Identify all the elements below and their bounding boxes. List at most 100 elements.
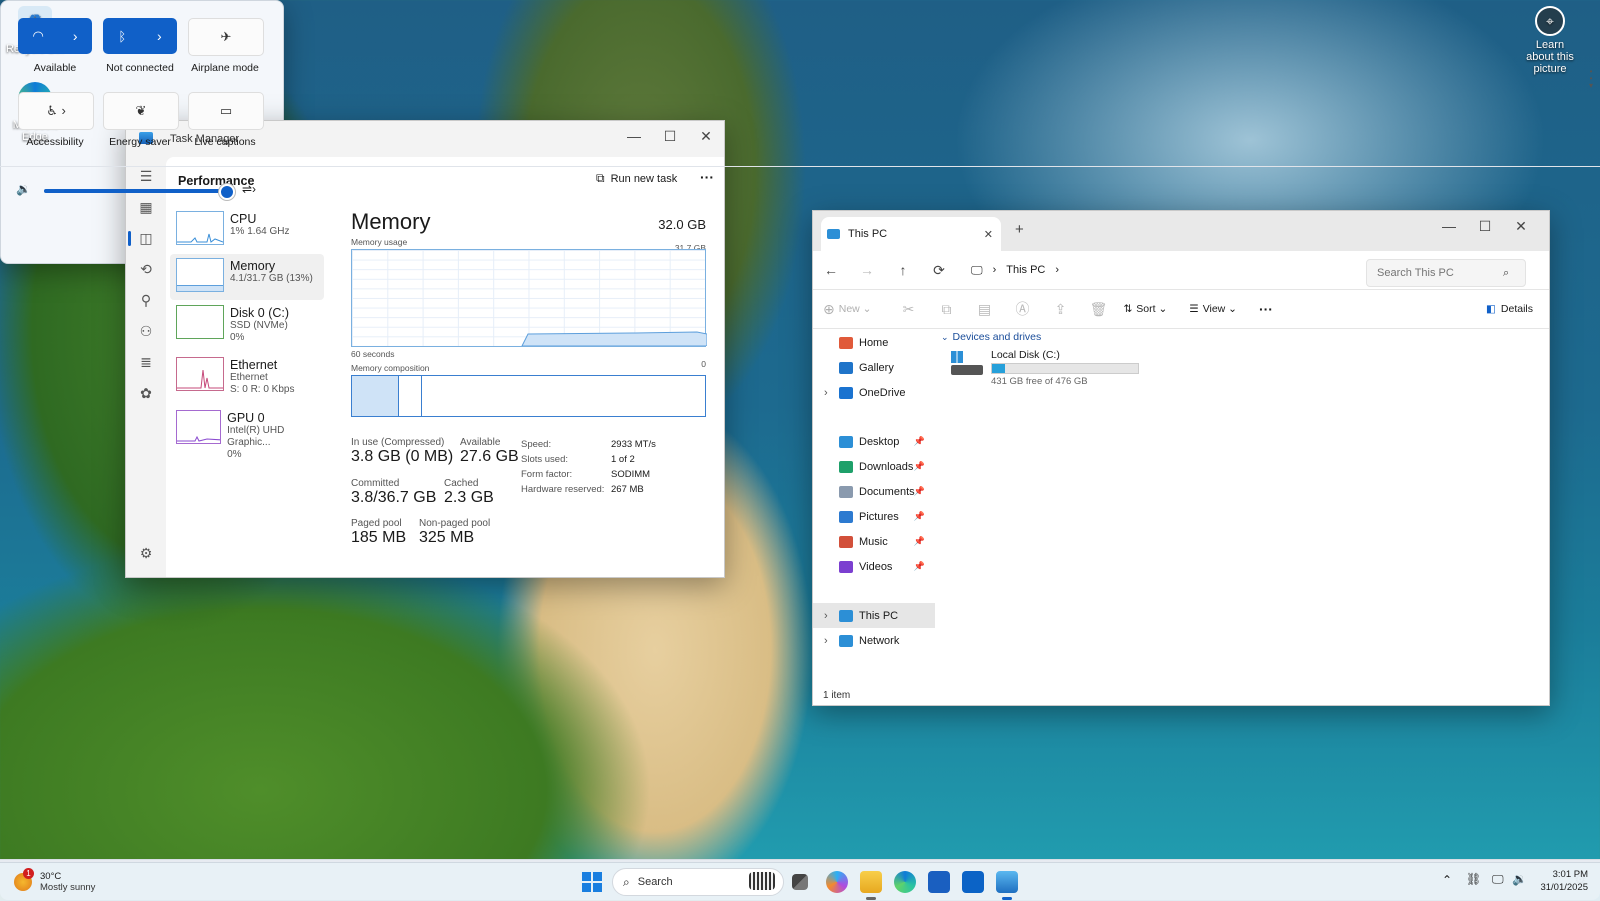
sidebar-item-onedrive[interactable]: › OneDrive — [813, 380, 935, 405]
view-button[interactable]: ☰ View ⌄ — [1189, 303, 1237, 315]
composition-in-use — [352, 376, 397, 416]
perf-item-name: CPU — [230, 212, 257, 226]
minimize-button[interactable]: — — [616, 121, 652, 151]
page-dots[interactable]: • • ▾ — [1588, 68, 1594, 90]
bluetooth-tile[interactable]: ᛒ › — [103, 18, 177, 54]
app-history-icon[interactable]: ⟲ — [126, 254, 166, 285]
copilot-icon[interactable] — [826, 871, 848, 893]
sidebar-item-gallery[interactable]: Gallery — [813, 355, 935, 380]
maximize-button[interactable]: ☐ — [1467, 211, 1503, 241]
processes-icon[interactable]: ▦ — [126, 192, 166, 223]
close-button[interactable]: ✕ — [688, 121, 724, 151]
sidebar-item-documents[interactable]: Documents 📌 — [813, 479, 935, 504]
sidebar-item-downloads[interactable]: Downloads 📌 — [813, 454, 935, 479]
details-icon[interactable]: ≣ — [126, 347, 166, 378]
taskbar: 1 30°C Mostly sunny ⌕ Search ⌃ ⛓ 🖵 🔉 3:0… — [0, 862, 1600, 901]
perf-item-memory[interactable]: Memory 4.1/31.7 GB (13%) — [170, 254, 324, 300]
sort-button[interactable]: ⇅ Sort ⌄ — [1123, 303, 1167, 315]
volume-icon[interactable]: 🔉 — [16, 182, 31, 196]
share-icon[interactable]: ⇪ — [1041, 301, 1079, 318]
chevron-right-icon[interactable]: › — [157, 28, 162, 44]
perf-item-sub: 4.1/31.7 GB (13%) — [230, 273, 313, 284]
explorer-titlebar[interactable]: This PC ✕ + — ☐ ✕ — [813, 211, 1549, 251]
address-bar[interactable]: 🖵 › This PC › — [963, 256, 1347, 284]
perf-item-cpu[interactable]: CPU 1% 1.64 GHz — [170, 207, 324, 253]
sidebar-item-desktop[interactable]: Desktop 📌 — [813, 429, 935, 454]
sidebar-item-music[interactable]: Music 📌 — [813, 529, 935, 554]
live-captions-tile[interactable]: ▭ — [188, 92, 264, 130]
store-icon[interactable] — [928, 871, 950, 893]
airplane-mode-tile[interactable]: ✈ — [188, 18, 264, 56]
minimize-button[interactable]: — — [1431, 211, 1467, 241]
expand-chevron-icon[interactable]: › — [824, 387, 828, 399]
taskbar-search[interactable]: ⌕ Search — [612, 868, 784, 896]
settings-icon[interactable]: ⚙ — [126, 538, 166, 569]
perf-item-gpu[interactable]: GPU 0 Intel(R) UHD Graphic... 0% — [170, 406, 324, 460]
delete-icon[interactable]: 🗑 — [1079, 301, 1117, 318]
chevron-up-icon[interactable]: ⌃ — [1442, 873, 1452, 887]
outlook-icon[interactable] — [962, 871, 984, 893]
more-options-button[interactable]: ··· — [1259, 301, 1273, 317]
perf-item-ethernet[interactable]: Ethernet Ethernet S: 0 R: 0 Kbps — [170, 353, 324, 403]
sidebar-item-pictures[interactable]: Pictures 📌 — [813, 504, 935, 529]
chevron-right-icon[interactable]: › — [73, 28, 78, 44]
accessibility-tile[interactable]: ♿ › — [18, 92, 94, 130]
close-button[interactable]: ✕ — [1503, 211, 1539, 241]
sidebar-item-this-pc[interactable]: › This PC — [813, 603, 935, 628]
display-icon[interactable]: 🖵 — [1492, 872, 1504, 887]
maximize-button[interactable]: ☐ — [652, 121, 688, 151]
tab-this-pc[interactable]: This PC ✕ — [821, 217, 1001, 251]
cut-icon[interactable]: ✂ — [889, 301, 927, 318]
energy-saver-tile[interactable]: ❦ — [103, 92, 179, 130]
search-input[interactable] — [1375, 266, 1503, 280]
forward-icon[interactable]: → — [849, 262, 885, 278]
learn-about-picture[interactable]: ⌖ Learn about this picture — [1508, 6, 1592, 75]
copy-icon[interactable]: ⧉ — [927, 301, 965, 318]
sidebar-item-network[interactable]: › Network — [813, 628, 935, 653]
wifi-tile[interactable]: ◠ › — [18, 18, 92, 54]
paste-icon[interactable]: ▤ — [965, 301, 1003, 318]
edge-icon[interactable] — [894, 871, 916, 893]
services-icon[interactable]: ✿ — [126, 378, 166, 409]
task-view-icon[interactable] — [792, 874, 808, 890]
new-button[interactable]: ⊕ New ⌄ — [823, 301, 871, 318]
new-tab-button[interactable]: + — [1015, 221, 1024, 238]
volume-slider[interactable] — [44, 184, 236, 200]
new-label: New — [838, 303, 860, 315]
memory-composition-label: Memory composition — [351, 363, 430, 373]
clock[interactable]: 3:01 PM 31/01/2025 — [1528, 868, 1588, 894]
stat-cached: Cached 2.3 GB — [444, 478, 494, 507]
details-button[interactable]: ◧ Details — [1486, 303, 1533, 315]
spec-value: SODIMM — [611, 469, 651, 480]
refresh-icon[interactable]: ⟳ — [921, 262, 957, 279]
sidebar-item-videos[interactable]: Videos 📌 — [813, 554, 935, 579]
memory-usage-area — [521, 331, 707, 346]
file-explorer-icon[interactable] — [860, 871, 882, 893]
task-manager-icon[interactable] — [996, 871, 1018, 893]
drive-item[interactable]: Local Disk (C:) 431 GB free of 476 GB — [941, 349, 1549, 387]
volume-icon[interactable]: 🔉 — [1512, 872, 1527, 886]
expand-chevron-icon[interactable]: › — [824, 635, 828, 647]
more-options-button[interactable]: ··· — [700, 169, 714, 185]
users-icon[interactable]: ⚇ — [126, 316, 166, 347]
perf-item-disk[interactable]: Disk 0 (C:) SSD (NVMe) 0% — [170, 301, 324, 351]
back-icon[interactable]: ← — [813, 262, 849, 278]
weather-widget[interactable]: 1 30°C Mostly sunny — [14, 868, 95, 896]
up-icon[interactable]: ↑ — [885, 262, 921, 278]
run-new-task-button[interactable]: ⧉ Run new task — [596, 171, 677, 186]
close-tab-icon[interactable]: ✕ — [984, 228, 993, 241]
audio-output-icon[interactable]: ⇌› — [242, 182, 256, 196]
rename-icon[interactable]: Ⓐ — [1003, 299, 1041, 319]
tile-label: Not connected — [106, 62, 174, 74]
search-box[interactable]: ⌕ — [1366, 259, 1526, 287]
network-icon[interactable]: ⛓ — [1466, 872, 1481, 886]
breadcrumb[interactable]: This PC — [1006, 264, 1045, 276]
drive-icon — [951, 351, 983, 377]
start-button[interactable] — [582, 872, 602, 892]
sidebar-item-home[interactable]: Home — [813, 330, 935, 355]
expand-chevron-icon[interactable]: › — [824, 610, 828, 622]
sidebar-item-label: Documents — [859, 485, 915, 498]
startup-apps-icon[interactable]: ⚲ — [126, 285, 166, 316]
group-header[interactable]: ⌄ Devices and drives — [941, 331, 1549, 343]
performance-icon[interactable]: ◫ — [126, 223, 166, 254]
